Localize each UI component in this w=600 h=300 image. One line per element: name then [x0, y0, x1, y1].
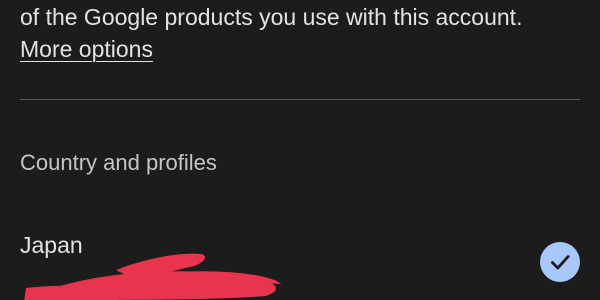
account-description-text: of the Google products you use with this… — [20, 4, 523, 30]
redaction-scribble — [24, 253, 281, 300]
section-divider — [20, 99, 580, 100]
more-options-link[interactable]: More options — [20, 34, 153, 64]
country-profiles-heading: Country and profiles — [20, 150, 217, 175]
check-circle-icon — [540, 242, 580, 282]
country-option-japan[interactable]: Japan — [0, 220, 600, 300]
